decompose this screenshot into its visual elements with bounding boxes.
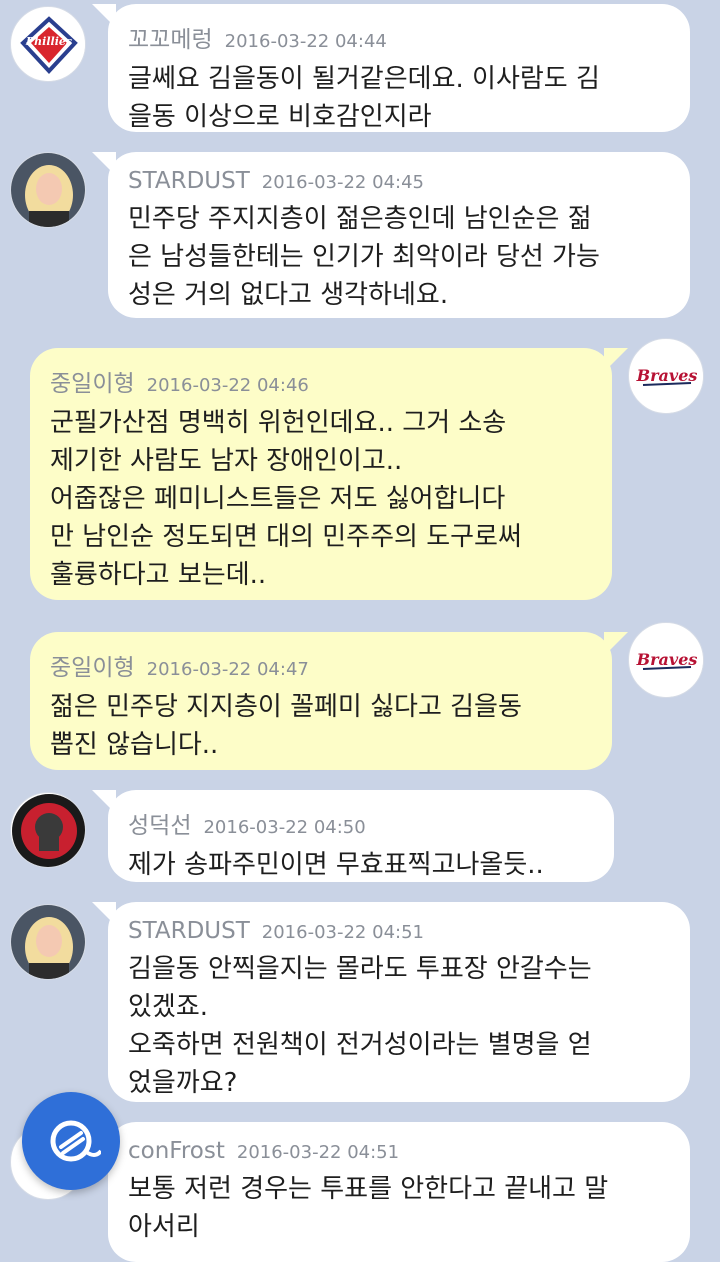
app-logo-icon	[50, 1120, 101, 1162]
avatar-braves-logo[interactable]: Braves	[628, 622, 704, 698]
svg-text:Phillies: Phillies	[25, 35, 72, 48]
chat-bubble[interactable]: 중일이형 2016-03-22 04:46 군필가산점 명백히 위헌인데요.. …	[30, 348, 628, 600]
sender-name[interactable]: STARDUST	[128, 918, 250, 944]
timestamp: 2016-03-22 04:45	[261, 172, 424, 193]
chat-bubble[interactable]: STARDUST 2016-03-22 04:45 민주당 주지지층이 젊은층인…	[92, 152, 690, 318]
timestamp: 2016-03-22 04:46	[146, 375, 309, 396]
chat-bubble[interactable]: 중일이형 2016-03-22 04:47 젊은 민주당 지지층이 꼴페미 싫다…	[30, 632, 628, 770]
sender-name[interactable]: 중일이형	[50, 364, 135, 398]
message-text: 김을동 안찍을지는 몰라도 투표장 안갈수는 있겠죠. 오죽하면 전원책이 전거…	[128, 954, 592, 1098]
message-text: 군필가산점 명백히 위헌인데요.. 그거 소송 제기한 사람도 남자 장애인이고…	[50, 408, 522, 590]
avatar-lg-twins-logo[interactable]	[10, 792, 86, 868]
timestamp: 2016-03-22 04:51	[261, 922, 424, 943]
sender-name[interactable]: 성덕선	[128, 806, 191, 840]
floating-app-button[interactable]	[22, 1092, 120, 1190]
timestamp: 2016-03-22 04:51	[236, 1142, 400, 1163]
sender-name[interactable]: conFrost	[128, 1138, 225, 1164]
timestamp: 2016-03-22 04:44	[224, 31, 387, 52]
braves-logo-icon: Braves	[631, 341, 703, 413]
message-text: 민주당 주지지층이 젊은층인데 남인순은 젊 은 남성들한테는 인기가 최악이라…	[128, 204, 600, 310]
avatar-braves-logo[interactable]: Braves	[628, 338, 704, 414]
chat-bubble[interactable]: conFrost 2016-03-22 04:51 보통 저런 경우는 투표를 …	[92, 1122, 690, 1262]
sender-name[interactable]: 꼬꼬메렁	[128, 20, 213, 54]
chat-bubble[interactable]: STARDUST 2016-03-22 04:51 김을동 안찍을지는 몰라도 …	[92, 902, 690, 1102]
avatar-blonde-woman-photo[interactable]	[10, 152, 86, 228]
chat-bubble[interactable]: 성덕선 2016-03-22 04:50 제가 송파주민이면 무효표찍고나올듯.…	[92, 790, 614, 882]
chat-bubble[interactable]: 꼬꼬메렁 2016-03-22 04:44 글쎄요 김을동이 될거같은데요. 이…	[92, 4, 690, 132]
braves-logo-icon: Braves	[631, 625, 703, 697]
avatar-blonde-woman-photo[interactable]	[10, 904, 86, 980]
message-text: 보통 저런 경우는 투표를 안한다고 끝내고 말 아서리	[128, 1174, 609, 1242]
phillies-logo-icon: Phillies	[13, 9, 85, 81]
blonde-woman-photo-icon	[11, 153, 85, 227]
message-text: 글쎄요 김을동이 될거같은데요. 이사람도 김 을동 이상으로 비호감인지라	[128, 64, 600, 132]
lg-twins-logo-icon	[12, 794, 85, 867]
avatar-phillies-logo[interactable]: Phillies	[10, 6, 86, 82]
sender-name[interactable]: 중일이형	[50, 648, 135, 682]
message-text: 젊은 민주당 지지층이 꼴페미 싫다고 김을동 뽑진 않습니다..	[50, 692, 522, 760]
sender-name[interactable]: STARDUST	[128, 168, 250, 194]
blonde-woman-photo-icon	[11, 905, 85, 979]
timestamp: 2016-03-22 04:47	[146, 659, 309, 680]
message-text: 제가 송파주민이면 무효표찍고나올듯..	[128, 850, 544, 880]
timestamp: 2016-03-22 04:50	[203, 817, 366, 838]
